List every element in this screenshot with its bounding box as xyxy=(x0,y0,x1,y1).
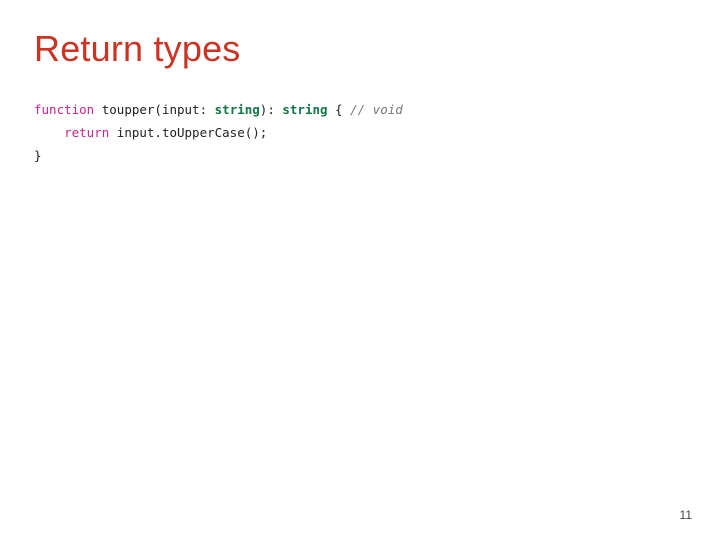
code-line-3: } xyxy=(34,148,42,163)
keyword-function: function xyxy=(34,102,94,117)
code-text: toupper(input: xyxy=(94,102,214,117)
code-line-2: return input.toUpperCase(); xyxy=(34,125,267,140)
code-text: input.toUpperCase(); xyxy=(109,125,267,140)
code-line-1: function toupper(input: string): string … xyxy=(34,102,403,117)
code-text: ): xyxy=(260,102,283,117)
code-indent xyxy=(34,125,64,140)
type-string: string xyxy=(215,102,260,117)
slide-title: Return types xyxy=(34,28,686,70)
code-text: { xyxy=(328,102,351,117)
slide: Return types function toupper(input: str… xyxy=(0,0,720,540)
comment: // void xyxy=(350,102,403,117)
keyword-return: return xyxy=(64,125,109,140)
page-number: 11 xyxy=(680,508,692,522)
type-string: string xyxy=(282,102,327,117)
code-block: function toupper(input: string): string … xyxy=(34,98,686,167)
